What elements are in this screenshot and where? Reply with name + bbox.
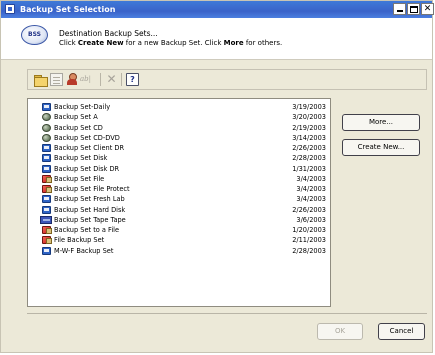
header-title: Destination Backup Sets... [59,29,158,38]
backup-set-name: Backup Set Tape Tape [54,215,126,224]
file-backup-icon [42,236,52,245]
file-backup-icon [42,185,52,193]
network-backup-icon [42,133,51,142]
backup-set-date: 3/4/2003 [296,185,326,193]
backup-set-date: 3/4/2003 [296,195,326,204]
backup-set-date: 2/19/2003 [292,123,326,132]
rename-icon[interactable]: ab| [80,73,97,86]
backup-set-date: 2/26/2003 [292,205,326,214]
backup-set-date: 2/28/2003 [292,246,326,255]
list-item[interactable]: Backup Set to a File 1/20/2003 [28,225,330,235]
list-item[interactable]: Backup Set CD-DVD 3/14/2003 [28,133,330,143]
app-icon [5,4,15,14]
backup-set-name: M-W-F Backup Set [54,246,114,255]
create-new-button[interactable]: Create New... [342,139,420,156]
backup-set-date: 2/28/2003 [292,154,326,163]
ok-button[interactable]: OK [317,323,363,340]
file-backup-icon [42,226,52,234]
backup-set-name: Backup Set Disk [54,154,108,163]
toolbar-separator [121,73,122,86]
disk-backup-icon [42,144,51,152]
backup-set-selection-icon: BSS [21,25,48,45]
backup-set-name: Backup Set CD-DVD [54,133,120,142]
backup-set-name: Backup Set A [54,113,98,122]
backup-set-date: 3/14/2003 [292,133,326,142]
help-icon[interactable]: ? [126,73,139,86]
list-item[interactable]: Backup Set Fresh Lab 3/4/2003 [28,194,330,204]
backup-set-date: 3/6/2003 [296,215,326,224]
network-backup-icon [42,123,51,132]
maximize-button[interactable] [407,3,420,15]
list-item[interactable]: Backup Set Tape Tape 3/6/2003 [28,215,330,225]
backup-set-selection-dialog: Backup Set Selection ✕ BSS Destination B… [0,0,434,353]
list-item[interactable]: Backup Set CD 2/19/2003 [28,123,330,133]
network-backup-icon [42,113,51,122]
backup-set-date: 1/31/2003 [292,164,326,173]
disk-backup-icon [42,195,51,204]
dialog-header: BSS Destination Backup Sets... Click Cre… [1,18,432,60]
disk-backup-icon [42,154,51,163]
list-item[interactable]: Backup Set Disk 2/28/2003 [28,153,330,163]
list-item[interactable]: Backup Set Hard Disk 2/26/2003 [28,205,330,215]
cancel-button[interactable]: Cancel [378,323,425,340]
minimize-icon [397,10,403,12]
close-icon: ✕ [423,4,432,14]
list-item[interactable]: Backup Set File Protect 3/4/2003 [28,184,330,194]
backup-set-name: Backup Set Client DR [54,144,125,152]
backup-set-name: File Backup Set [54,236,105,245]
create-new-button-label: Create New... [357,143,405,151]
toolbar-separator [100,73,101,86]
list-item[interactable]: Backup Set Client DR 2/26/2003 [28,143,330,153]
toolbar: ab| ✕ ? [27,69,427,90]
list-item[interactable]: File Backup Set 2/11/2003 [28,235,330,245]
list-item[interactable]: M-W-F Backup Set 2/28/2003 [28,246,330,256]
ok-button-label: OK [334,327,346,335]
disk-backup-icon [42,205,51,214]
backup-set-date: 1/20/2003 [292,226,326,234]
new-folder-icon[interactable] [34,73,48,87]
delete-icon[interactable]: ✕ [105,73,118,86]
more-button[interactable]: More... [342,114,420,131]
properties-icon[interactable] [50,73,63,86]
close-button[interactable]: ✕ [421,3,434,15]
backup-set-date: 3/20/2003 [292,113,326,122]
list-item[interactable]: Backup Set Disk DR 1/31/2003 [28,164,330,174]
cancel-button-label: Cancel [389,327,414,335]
window-title: Backup Set Selection [20,5,116,14]
list-item[interactable]: Backup Set A 3/20/2003 [28,112,330,122]
list-item[interactable]: Backup Set File 3/4/2003 [28,174,330,184]
backup-set-date: 2/11/2003 [292,236,326,245]
footer-divider [27,313,427,314]
backup-set-date: 3/4/2003 [296,174,326,183]
disk-backup-icon [42,164,51,173]
backup-set-list[interactable]: Backup Set-Daily 3/19/2003 Backup Set A 3/2… [27,98,331,307]
disk-backup-icon [42,246,51,255]
user-icon[interactable] [66,73,79,86]
title-bar[interactable]: Backup Set Selection ✕ [1,1,434,18]
backup-set-name: Backup Set-Daily [54,103,111,111]
backup-set-name: Backup Set File Protect [54,185,130,193]
backup-set-date: 3/19/2003 [292,103,326,111]
backup-set-name: Backup Set Hard Disk [54,205,126,214]
disk-backup-icon [42,103,51,111]
backup-set-name: Backup Set File [54,174,105,183]
backup-set-name: Backup Set Fresh Lab [54,195,125,204]
tape-backup-icon [40,215,52,224]
header-instructions: Click Create New for a new Backup Set. C… [59,39,283,47]
list-item[interactable]: Backup Set-Daily 3/19/2003 [28,102,330,112]
file-backup-icon [42,174,52,183]
backup-set-date: 2/26/2003 [292,144,326,152]
backup-set-name: Backup Set Disk DR [54,164,120,173]
more-button-label: More... [368,118,394,126]
backup-set-name: Backup Set CD [54,123,103,132]
minimize-button[interactable] [393,3,406,15]
backup-set-name: Backup Set to a File [54,226,120,234]
maximize-icon [410,6,418,13]
